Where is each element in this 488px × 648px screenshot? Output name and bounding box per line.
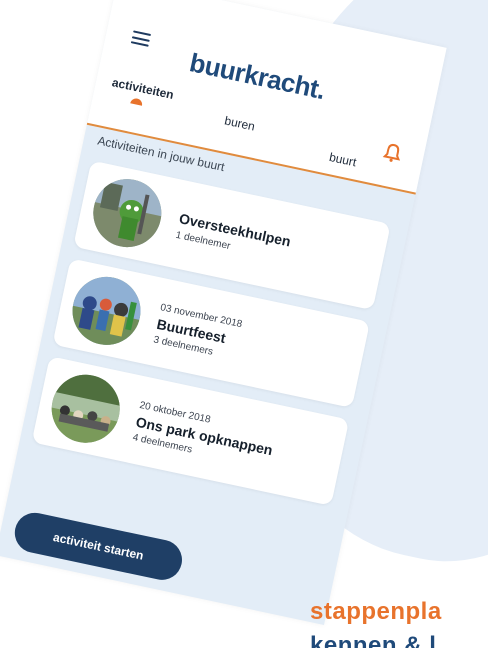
footer-subtitle: kennen & l xyxy=(310,632,437,648)
activity-photo xyxy=(66,270,147,352)
bell-icon[interactable] xyxy=(382,141,404,164)
start-activity-button[interactable]: activiteit starten xyxy=(11,509,186,584)
tab-activiteiten[interactable]: activiteiten xyxy=(111,75,175,102)
brand-logo: buurkracht. xyxy=(187,47,328,106)
activity-photo xyxy=(45,368,127,450)
tab-buurt[interactable]: buurt xyxy=(328,150,358,169)
active-tab-indicator xyxy=(130,97,144,106)
tab-buren[interactable]: buren xyxy=(223,113,256,133)
activity-photo xyxy=(87,172,168,254)
footer-title: stappenpla xyxy=(310,598,442,625)
hamburger-menu-icon[interactable] xyxy=(130,30,152,47)
